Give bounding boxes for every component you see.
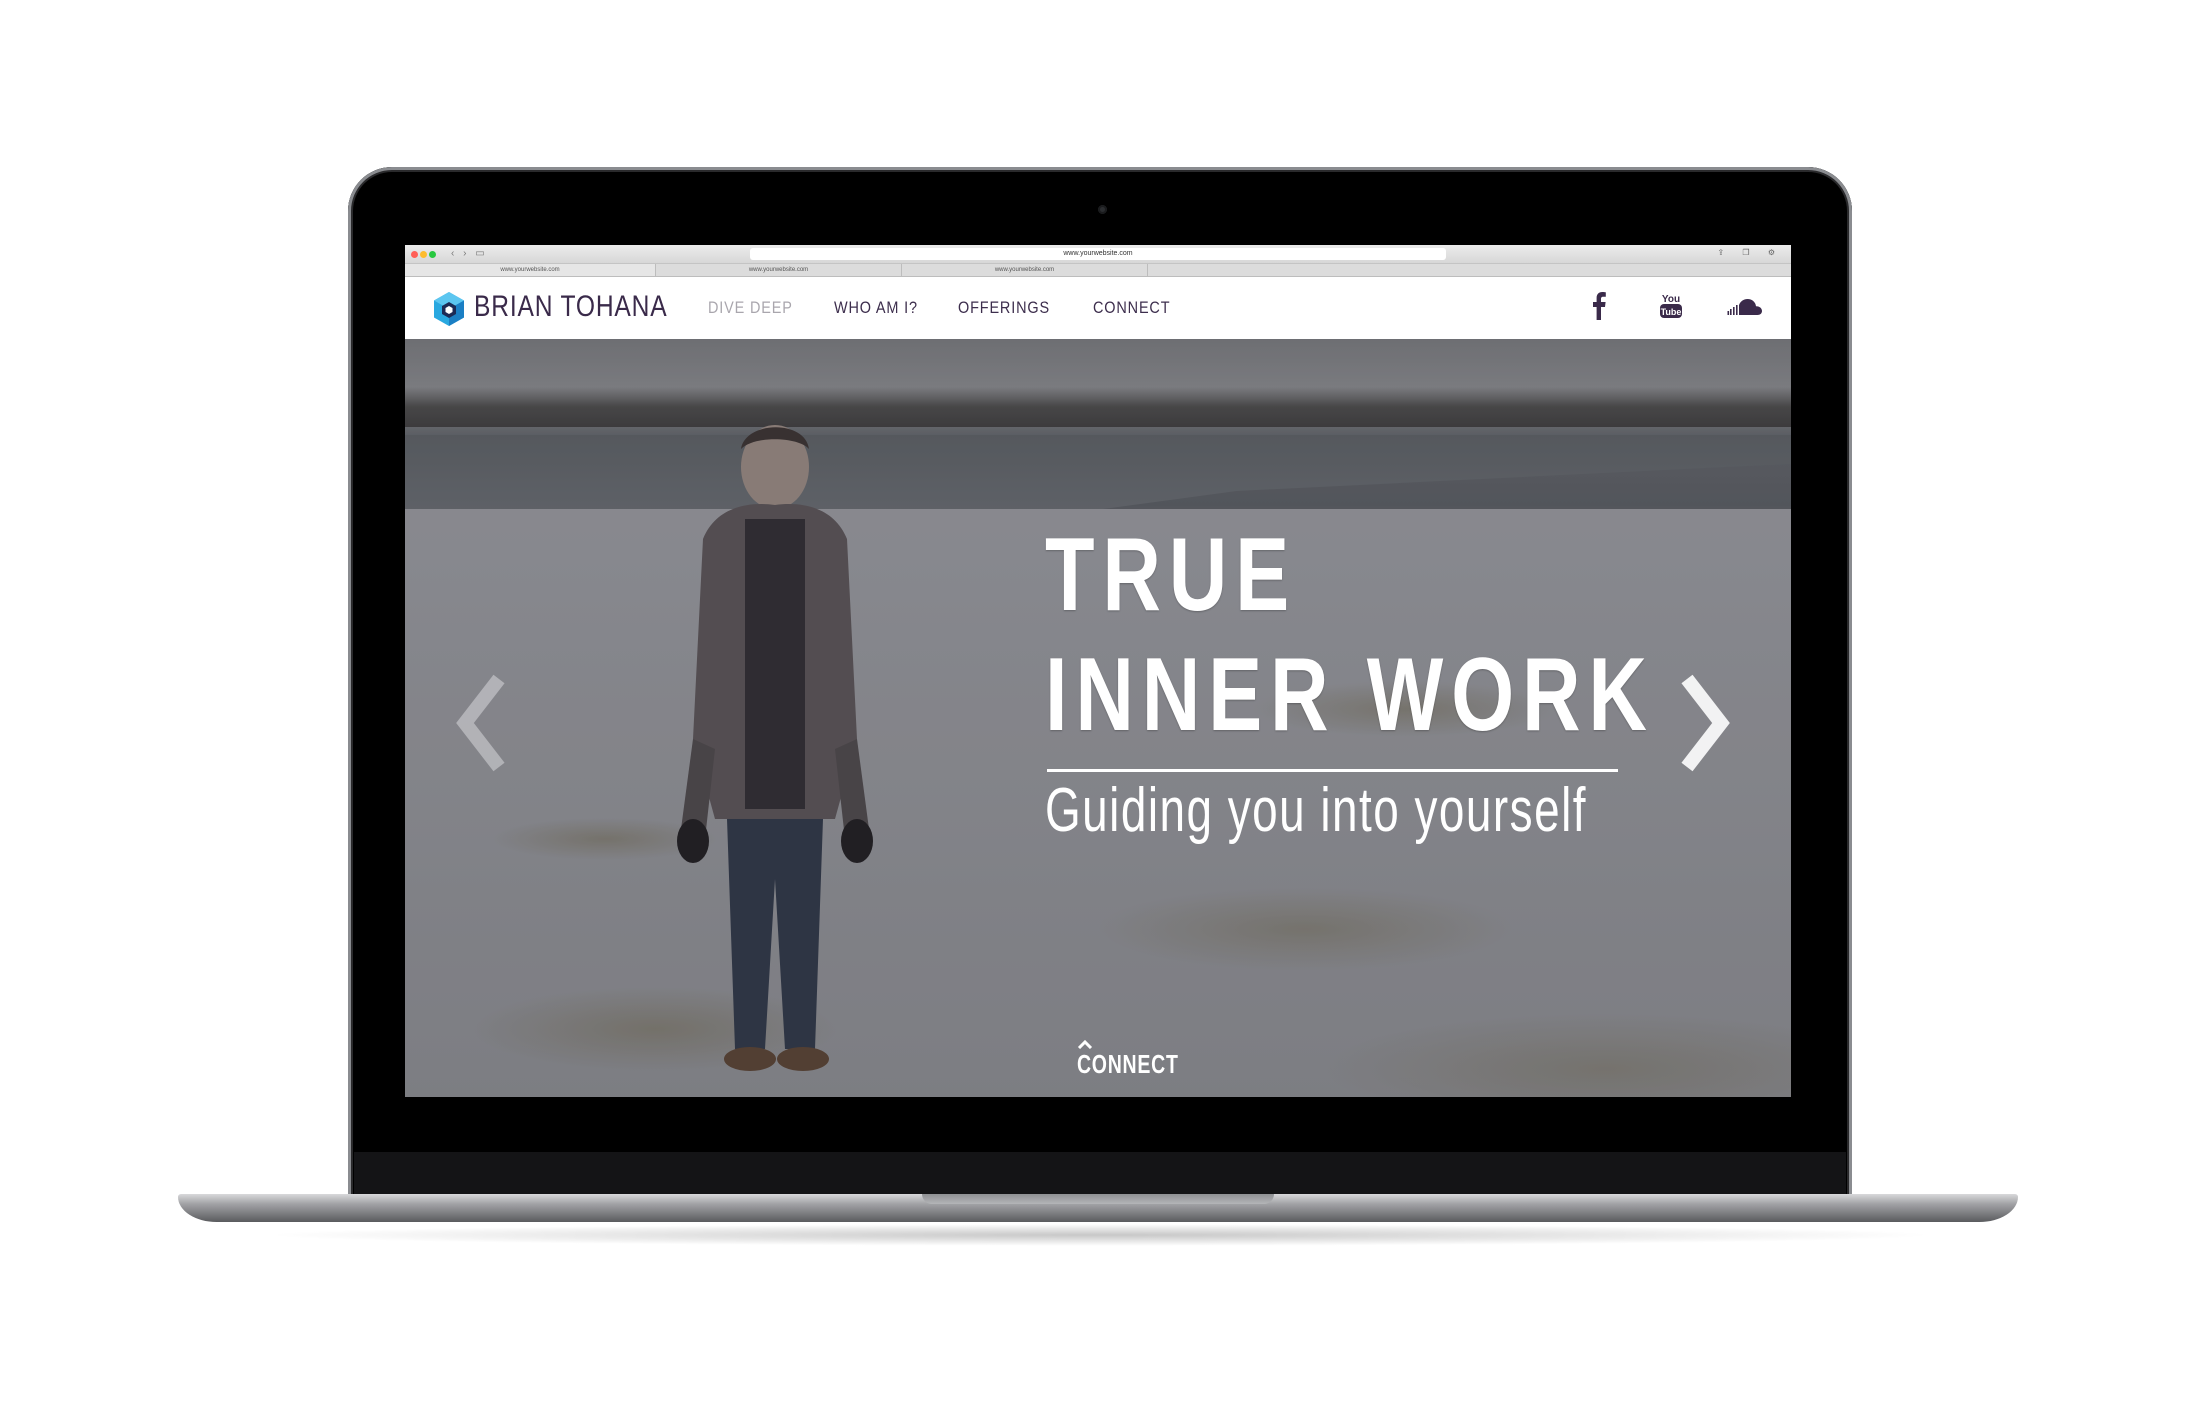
menu-item-offerings[interactable]: OFFERINGS xyxy=(958,298,1050,318)
maximize-window-button[interactable] xyxy=(429,251,436,258)
laptop-chin xyxy=(354,1152,1846,1200)
close-window-button[interactable] xyxy=(411,251,418,258)
chevron-left-icon[interactable] xyxy=(453,673,513,773)
browser-tab-strip: www.yourwebsite.com www.yourwebsite.com … xyxy=(405,264,1791,277)
toolbar-icons[interactable]: ⇪ ❐ ⚙ xyxy=(1718,248,1784,257)
hero-slider: TRUE INNER WORK Guiding you into yoursel… xyxy=(405,339,1791,1097)
browser-tab[interactable]: www.yourwebsite.com xyxy=(902,264,1148,276)
hero-title-line2: INNER WORK xyxy=(1045,637,1655,753)
back-forward-icon[interactable]: ‹ › ▭ xyxy=(451,248,488,259)
main-menu: DIVE DEEP WHO AM I? OFFERINGS CONNECT xyxy=(708,277,1210,339)
hero-title-line1: TRUE xyxy=(1045,517,1298,633)
browser-tab[interactable]: www.yourwebsite.com xyxy=(405,264,656,276)
youtube-icon[interactable]: You Tube xyxy=(1659,291,1683,321)
chevron-right-icon[interactable] xyxy=(1673,673,1733,773)
laptop-notch xyxy=(922,1194,1274,1204)
webcam xyxy=(1098,205,1107,214)
menu-item-who-am-i[interactable]: WHO AM I? xyxy=(834,298,918,318)
browser-toolbar: ‹ › ▭ www.yourwebsite.com ⇪ ❐ ⚙ xyxy=(405,245,1791,264)
laptop-screen: ‹ › ▭ www.yourwebsite.com ⇪ ❐ ⚙ www.your… xyxy=(405,245,1791,1097)
svg-text:You: You xyxy=(1662,294,1680,305)
address-bar[interactable]: www.yourwebsite.com xyxy=(750,248,1446,260)
connect-scroll-link[interactable]: CONNECT xyxy=(1060,1039,1178,1080)
svg-text:Tube: Tube xyxy=(1661,307,1682,317)
site-header: BRIAN TOHANA DIVE DEEP WHO AM I? OFFERIN… xyxy=(405,277,1791,339)
soundcloud-icon[interactable] xyxy=(1727,297,1763,317)
chevron-up-icon xyxy=(1077,1039,1093,1049)
menu-item-connect[interactable]: CONNECT xyxy=(1093,298,1170,318)
facebook-icon[interactable] xyxy=(1591,291,1607,321)
menu-item-dive-deep[interactable]: DIVE DEEP xyxy=(708,298,793,318)
cube-logo-icon[interactable] xyxy=(432,291,466,327)
hero-divider xyxy=(1047,769,1618,772)
browser-tab[interactable]: www.yourwebsite.com xyxy=(656,264,902,276)
connect-label: CONNECT xyxy=(1076,1049,1179,1079)
laptop-shadow xyxy=(260,1224,1940,1246)
brand-name[interactable]: BRIAN TOHANA xyxy=(474,290,667,324)
minimize-window-button[interactable] xyxy=(420,251,427,258)
hero-subtitle: Guiding you into yourself xyxy=(1045,776,1587,845)
